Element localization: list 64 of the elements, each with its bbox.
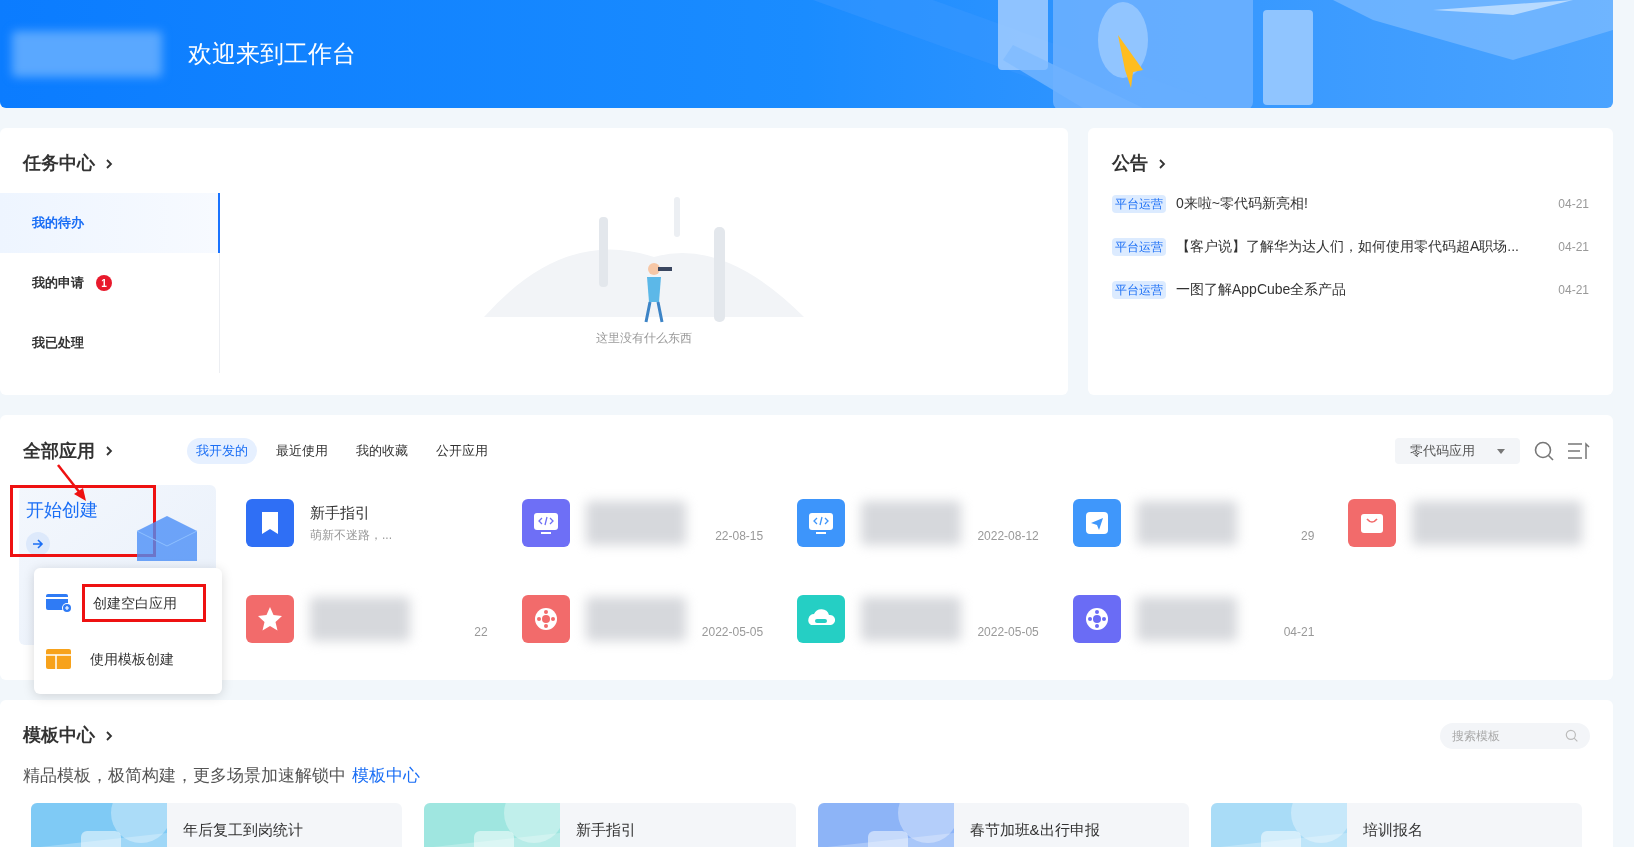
task-tab[interactable]: 我已处理	[0, 313, 219, 373]
app-date: 2022-08-12	[977, 528, 1039, 545]
template-card[interactable]: 新手指引	[424, 802, 796, 847]
code-monitor-icon[interactable]	[521, 499, 570, 547]
template-name: 年后复工到岗统计	[182, 819, 303, 840]
template-search-field[interactable]: 搜索模板	[1440, 722, 1590, 749]
app-date: 04-21	[1283, 624, 1315, 641]
chevron-right-icon[interactable]	[103, 157, 115, 170]
section-title: 公告	[1112, 152, 1148, 175]
notice-date: 04-21	[1558, 238, 1589, 256]
template-name: 新手指引	[575, 819, 637, 840]
sort-icon[interactable]	[1568, 442, 1590, 460]
paper-plane-icon[interactable]	[1072, 499, 1121, 547]
app-date: 2022-05-05	[701, 624, 764, 641]
app-date: 2022-05-05	[977, 624, 1039, 641]
template-card[interactable]: 培训报名	[1210, 802, 1582, 847]
section-title: 任务中心	[23, 152, 95, 175]
template-card[interactable]: 年后复工到岗统计	[31, 802, 403, 847]
notice-tag: 平台运营	[1112, 280, 1166, 299]
section-title: 模板中心	[23, 724, 95, 747]
template-search-input[interactable]: 搜索模板	[1452, 726, 1565, 745]
app-date: 22-08-15	[715, 528, 764, 545]
search-icon[interactable]	[1534, 441, 1554, 461]
app-name: 新手指引	[310, 502, 371, 523]
start-create-label: 开始创建	[26, 499, 99, 522]
app-tile[interactable]: 新手指引 萌新不迷路，...	[246, 497, 488, 549]
arrow-right-icon[interactable]	[26, 532, 50, 556]
template-center-link[interactable]: 模板中心	[352, 763, 420, 789]
app-filter-tab[interactable]: 最近使用	[267, 438, 337, 464]
notice-tag: 平台运营	[1112, 237, 1166, 256]
count-badge: 1	[96, 275, 112, 291]
shopping-bag-icon[interactable]	[1348, 499, 1397, 547]
banner-title: 欢迎来到工作台	[188, 39, 356, 69]
chevron-right-icon[interactable]	[103, 445, 115, 457]
notice-date: 04-21	[1558, 195, 1589, 213]
section-title: 全部应用	[23, 439, 95, 463]
template-name: 培训报名	[1361, 819, 1423, 840]
chevron-right-icon[interactable]	[1156, 157, 1168, 170]
notice-date: 04-21	[1558, 281, 1589, 299]
code-monitor-icon[interactable]	[797, 499, 846, 547]
window-plus-icon	[46, 592, 72, 614]
task-tab[interactable]: 我的待办	[0, 193, 220, 253]
notice-tag: 平台运营	[1112, 194, 1166, 213]
annotation-arrow	[56, 463, 88, 503]
bookmark-icon[interactable]	[246, 499, 294, 547]
app-filter-tab[interactable]: 我开发的	[187, 438, 257, 464]
task-tab[interactable]: 我的申请 1	[0, 253, 219, 313]
templates-subtitle: 精品模板，极简构建，更多场景加速解锁中	[23, 765, 346, 787]
app-date: 22	[474, 624, 488, 641]
caret-down-icon	[1497, 448, 1505, 454]
template-card[interactable]: 春节加班&出行申报	[817, 802, 1189, 847]
notice-link[interactable]: 【客户说】了解华为达人们，如何使用零代码超A职场...	[1176, 236, 1549, 257]
app-date: 29	[1301, 528, 1315, 545]
app-filter-tab[interactable]: 公开应用	[427, 438, 497, 464]
chevron-right-icon[interactable]	[103, 729, 115, 742]
empty-message: 这里没有什么东西	[596, 330, 692, 347]
app-filter-tab[interactable]: 我的收藏	[347, 438, 417, 464]
app-type-dropdown[interactable]: 零代码应用	[1395, 438, 1520, 464]
app-description: 萌新不迷路，...	[310, 527, 392, 545]
notice-link[interactable]: 0来啦~零代码新亮相!	[1176, 193, 1549, 214]
layout-icon	[46, 648, 72, 670]
menu-item[interactable]: 创建空白应用	[82, 584, 206, 622]
template-name: 春节加班&出行申报	[968, 819, 1100, 840]
notice-link[interactable]: 一图了解AppCube全系产品	[1176, 279, 1549, 300]
